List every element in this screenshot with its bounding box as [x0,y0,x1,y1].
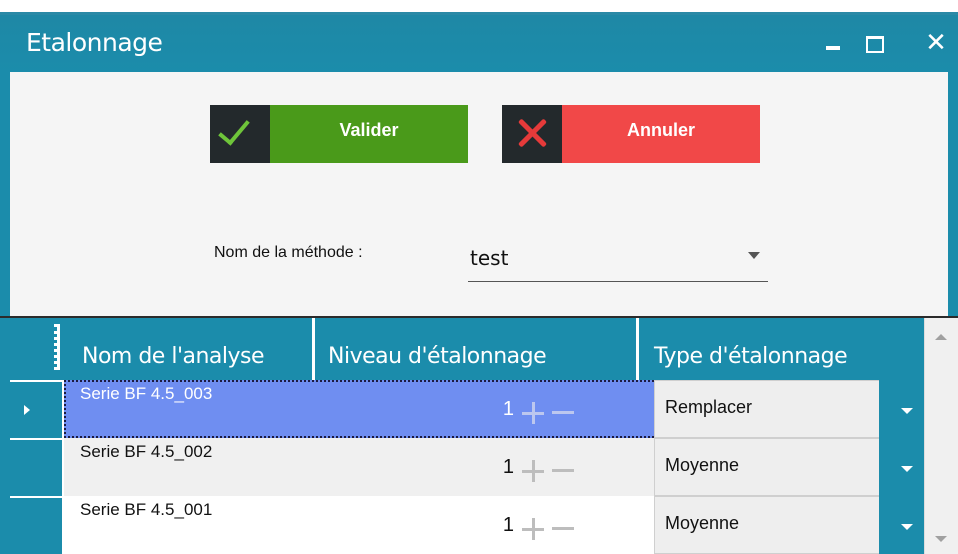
analysis-grid: Nom de l'analyse Niveau d'étalonnage Typ… [0,318,948,554]
validate-button-label: Valider [270,105,468,163]
calibration-type-select[interactable]: Moyenne [654,496,935,554]
method-form: Valider Annuler Nom de la méthode : test [0,72,958,317]
calibration-type-select[interactable]: Remplacer [654,380,935,438]
title-bar-top-strip [0,0,958,12]
cross-icon [512,113,552,153]
analysis-name-cell: Serie BF 4.5_003 [80,384,213,403]
calibration-type-value: Remplacer [665,397,753,417]
minimize-icon[interactable] [818,24,854,60]
table-row[interactable]: Serie BF 4.5_001 1 Moyenne [64,496,935,554]
level-value: 1 [502,514,514,536]
form-right-border [948,72,958,317]
column-divider[interactable] [636,318,639,380]
plus-icon[interactable] [522,460,544,482]
grid-header-row: Nom de l'analyse Niveau d'étalonnage Typ… [64,318,932,380]
scroll-down-icon[interactable] [935,536,947,542]
form-left-border [0,72,10,317]
method-name-dropdown[interactable]: test [468,232,768,282]
chevron-down-icon[interactable] [748,252,760,259]
column-header-calibration-level[interactable]: Niveau d'étalonnage [328,318,547,380]
column-header-analysis-name[interactable]: Nom de l'analyse [82,318,265,380]
minus-icon[interactable] [552,527,574,530]
column-divider[interactable] [312,318,315,380]
row-header-divider [10,438,64,440]
level-value: 1 [502,456,514,478]
calibration-window: Etalonnage ✕ Valider Annuler Nom de la m… [0,0,958,554]
title-bar-border [0,12,958,15]
current-row-indicator-icon [24,405,30,415]
window-title: Etalonnage [26,28,163,57]
level-stepper: 1 [324,380,624,438]
method-name-value: test [470,246,509,270]
row-header-column [10,318,64,554]
grid-left-border [0,318,10,554]
analysis-name-cell: Serie BF 4.5_001 [80,500,213,519]
plus-icon[interactable] [522,518,544,540]
column-header-calibration-type[interactable]: Type d'étalonnage [654,318,848,380]
minus-icon[interactable] [552,469,574,472]
level-stepper: 1 [324,438,624,498]
row-header-divider [10,496,64,498]
maximize-icon[interactable] [858,24,894,60]
vertical-scrollbar[interactable] [924,318,958,554]
check-icon-box [210,105,270,163]
calibration-type-select[interactable]: Moyenne [654,438,935,496]
calibration-type-value: Moyenne [665,455,740,475]
analysis-name-cell: Serie BF 4.5_002 [80,442,213,461]
cancel-button[interactable]: Annuler [502,105,760,163]
title-bar[interactable]: Etalonnage ✕ [0,0,958,72]
check-icon [218,112,250,146]
plus-icon[interactable] [522,402,544,424]
method-name-label: Nom de la méthode : [214,244,363,261]
calibration-type-value: Moyenne [665,513,740,533]
scroll-up-icon[interactable] [935,334,947,340]
validate-button[interactable]: Valider [210,105,468,163]
close-icon[interactable]: ✕ [918,24,954,60]
column-chooser-icon[interactable] [54,324,60,370]
row-header-divider [10,380,64,382]
cross-icon-box [502,105,562,163]
table-row[interactable]: Serie BF 4.5_002 1 Moyenne [64,438,935,498]
table-row[interactable]: Serie BF 4.5_003 1 Remplacer [64,380,935,438]
minus-icon[interactable] [552,411,574,414]
cancel-button-label: Annuler [562,105,760,163]
level-value: 1 [502,398,514,420]
level-stepper: 1 [324,496,624,554]
